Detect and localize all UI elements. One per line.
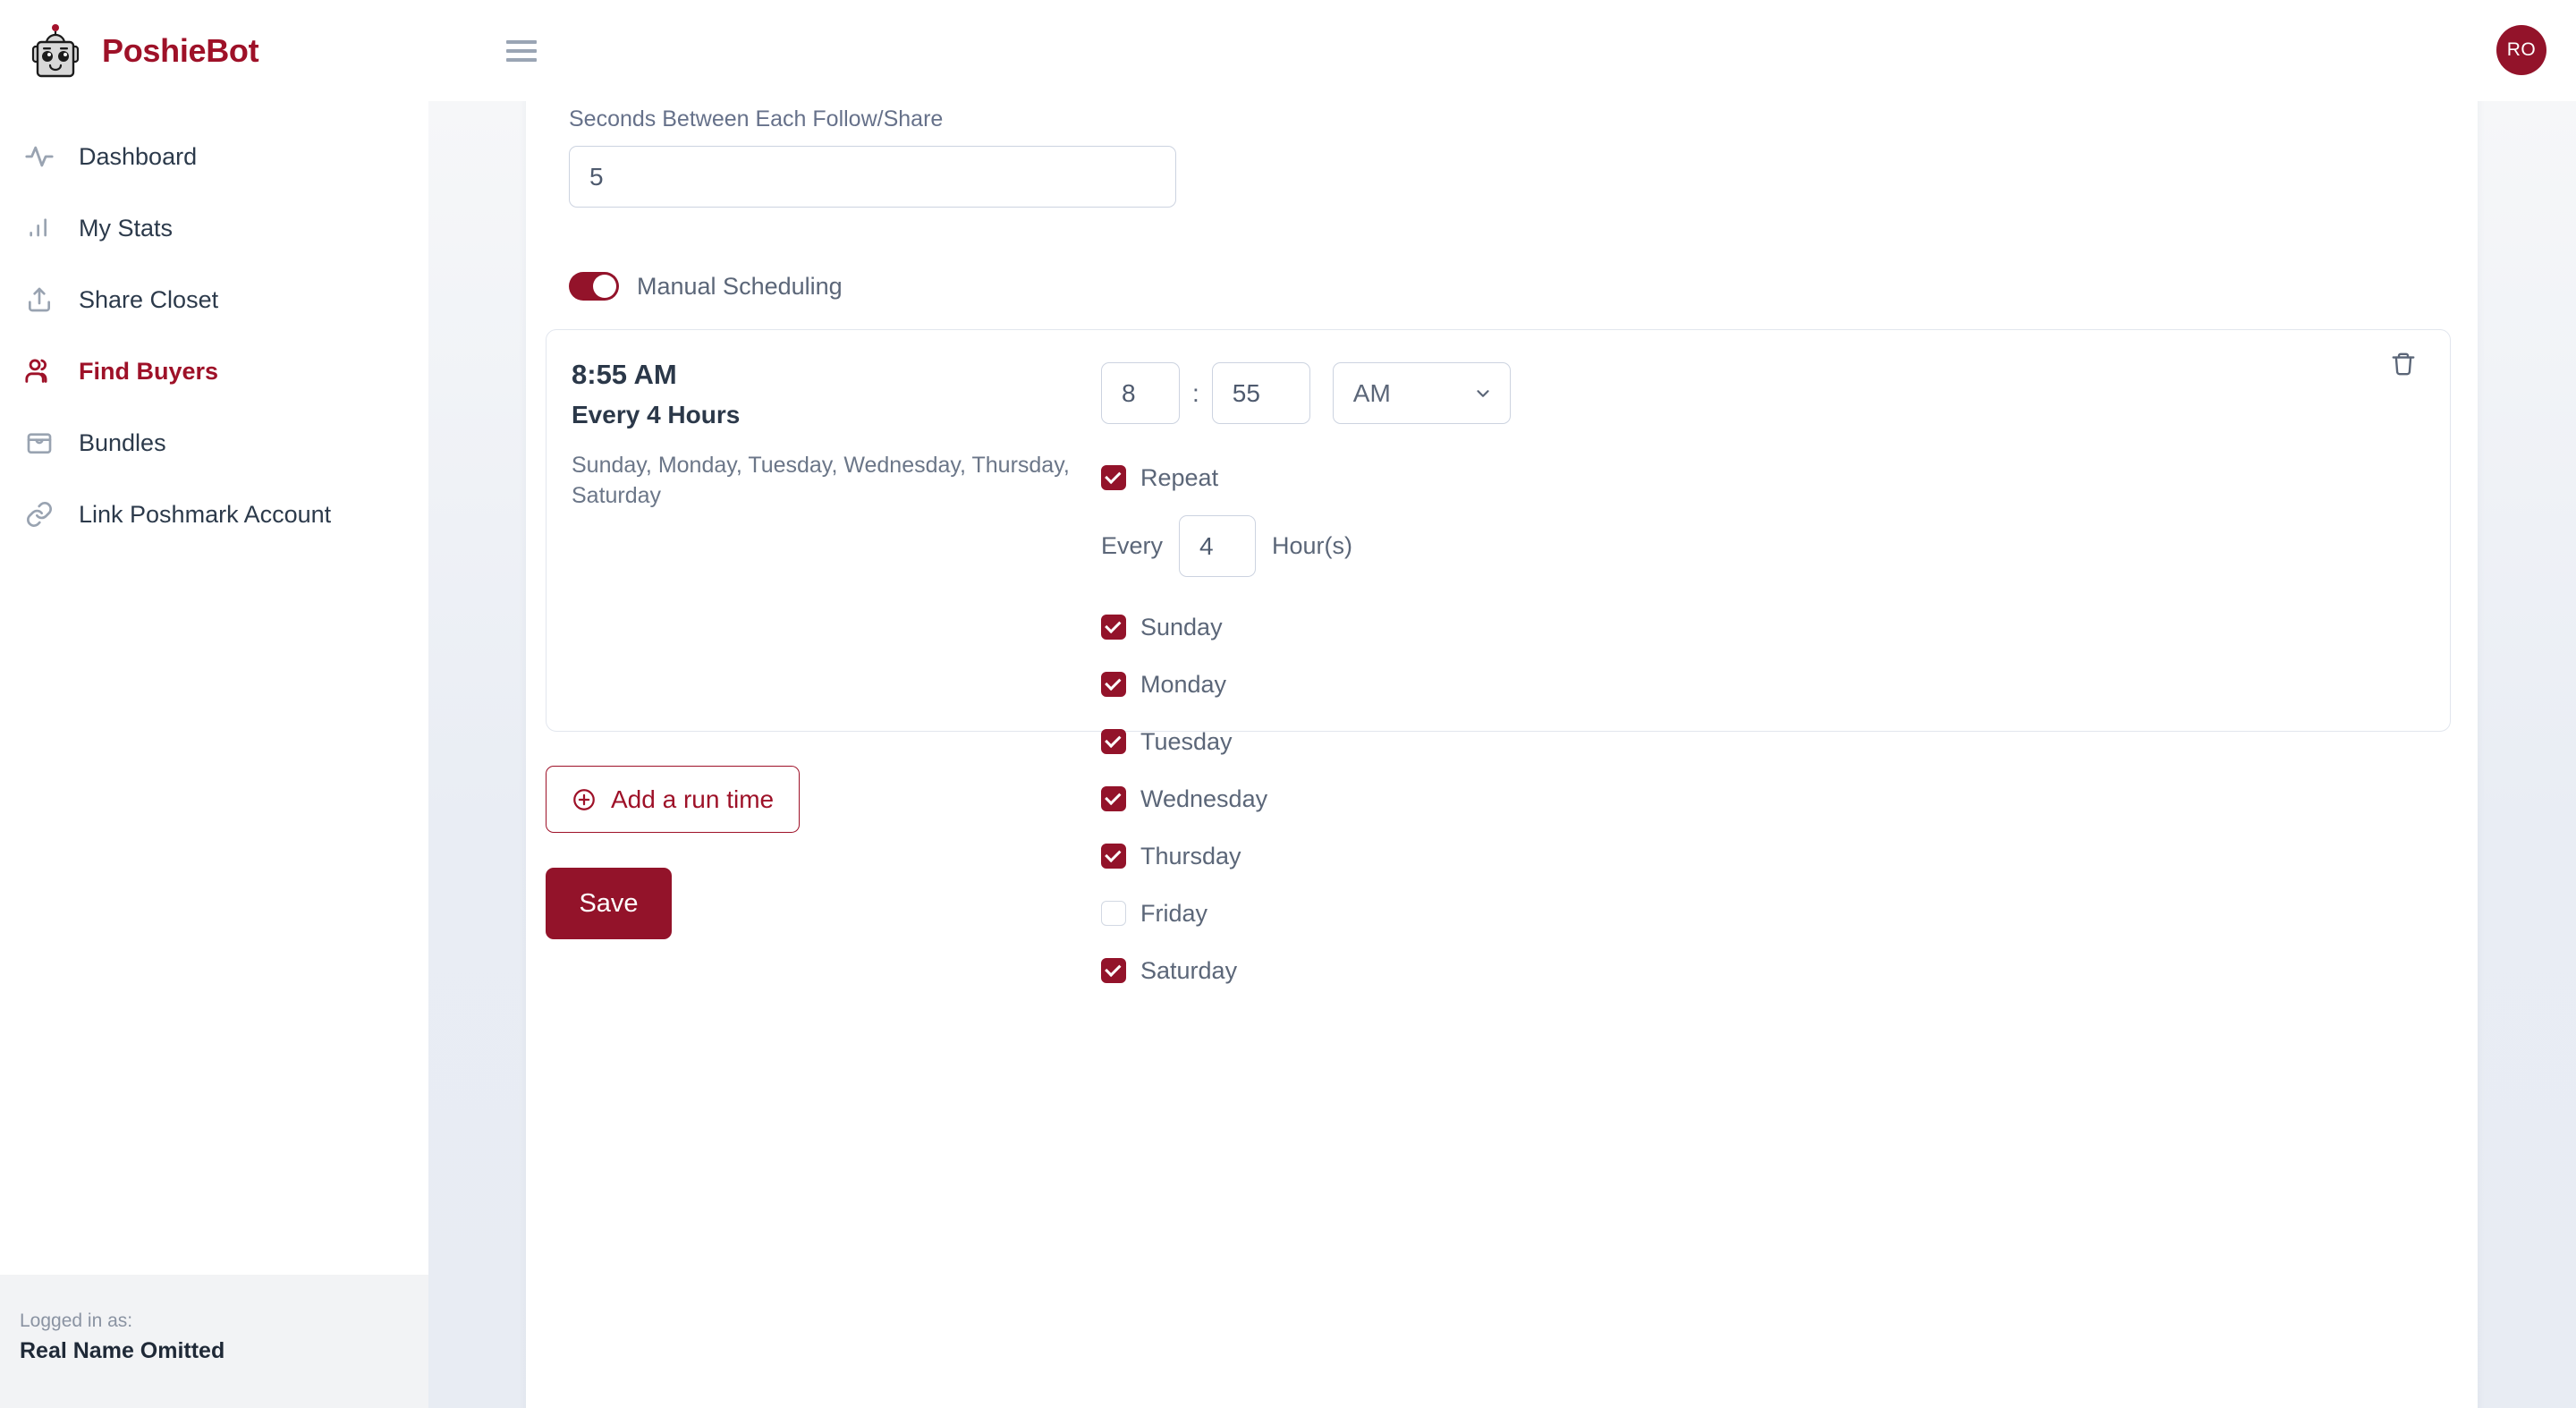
time-separator: : <box>1192 378 1199 407</box>
meridiem-select[interactable]: AM PM <box>1332 362 1511 424</box>
day-row-tuesday[interactable]: Tuesday <box>1101 722 2450 761</box>
seconds-field-label: Seconds Between Each Follow/Share <box>569 106 944 131</box>
top-header-bar: PoshieBot RO <box>0 0 2576 101</box>
schedule-frequency-summary: Every 4 Hours <box>572 401 741 428</box>
robot-icon <box>29 23 82 79</box>
day-row-thursday[interactable]: Thursday <box>1101 836 2450 876</box>
day-label: Sunday <box>1140 613 1223 640</box>
seconds-between-input[interactable] <box>569 146 1176 208</box>
schedule-time-summary: 8:55 AM <box>572 359 677 390</box>
plus-circle-icon <box>572 787 597 812</box>
sidebar-item-find-buyers[interactable]: Find Buyers <box>0 335 428 407</box>
every-label: Every <box>1101 532 1164 559</box>
avatar[interactable]: RO <box>2496 25 2546 75</box>
sidebar-item-label: Share Closet <box>79 285 219 313</box>
sidebar-item-share-closet[interactable]: Share Closet <box>0 264 428 335</box>
schedule-controls: : AM PM <box>1101 359 2450 984</box>
brand-logo-group[interactable]: PoshieBot <box>29 23 259 79</box>
delete-schedule-button[interactable] <box>2384 344 2423 384</box>
save-button[interactable]: Save <box>546 868 672 939</box>
logged-in-label: Logged in as: <box>20 1310 133 1331</box>
minute-input[interactable] <box>1211 362 1310 424</box>
schedule-days-summary: Sunday, Monday, Tuesday, Wednesday, Thur… <box>572 453 1070 508</box>
page-canvas: Seconds Between Each Follow/Share Manual… <box>428 101 2576 1408</box>
add-run-time-button[interactable]: Add a run time <box>546 766 801 833</box>
day-label: Saturday <box>1140 956 1238 984</box>
sidebar-item-bundles[interactable]: Bundles <box>0 407 428 479</box>
day-checkbox-thursday[interactable] <box>1101 844 1126 869</box>
users-icon <box>23 355 55 387</box>
bar-chart-icon <box>23 212 55 244</box>
repeat-label: Repeat <box>1140 463 1219 491</box>
trash-icon <box>2390 351 2417 377</box>
share-upload-icon <box>23 284 55 316</box>
link-chain-icon <box>23 498 55 530</box>
box-icon <box>23 427 55 459</box>
toggle-knob <box>593 275 616 298</box>
sidebar-item-label: Bundles <box>79 428 166 456</box>
day-label: Thursday <box>1140 842 1241 869</box>
sidebar-item-label: Find Buyers <box>79 357 219 385</box>
schedule-summary: 8:55 AM Every 4 Hours Sunday, Monday, Tu… <box>547 359 1101 731</box>
repeat-interval-row: Every Hour(s) <box>1101 515 2450 577</box>
sidebar-item-link-poshmark-account[interactable]: Link Poshmark Account <box>0 479 428 550</box>
sidebar-footer: Logged in as: Real Name Omitted <box>0 1275 428 1408</box>
manual-scheduling-toggle[interactable] <box>569 272 619 301</box>
hour-input[interactable] <box>1101 362 1180 424</box>
add-run-time-label: Add a run time <box>611 785 775 813</box>
brand-name: PoshieBot <box>102 31 259 69</box>
day-row-wednesday[interactable]: Wednesday <box>1101 779 2450 819</box>
activity-pulse-icon <box>23 140 55 173</box>
day-checkbox-saturday[interactable] <box>1101 958 1126 983</box>
day-checkbox-friday[interactable] <box>1101 901 1126 926</box>
logged-in-user-name: Real Name Omitted <box>20 1338 225 1363</box>
sidebar: Dashboard My Stats Share Closet Find Buy… <box>0 101 428 1408</box>
day-label: Tuesday <box>1140 727 1233 755</box>
repeat-interval-input[interactable] <box>1179 515 1257 577</box>
day-label: Wednesday <box>1140 785 1268 812</box>
content-panel: Seconds Between Each Follow/Share Manual… <box>526 101 2478 1408</box>
schedule-card: 8:55 AM Every 4 Hours Sunday, Monday, Tu… <box>546 329 2451 984</box>
day-row-sunday[interactable]: Sunday <box>1101 607 2450 647</box>
day-checkbox-tuesday[interactable] <box>1101 729 1126 754</box>
manual-scheduling-label: Manual Scheduling <box>637 272 843 300</box>
day-checkbox-wednesday[interactable] <box>1101 786 1126 811</box>
meridiem-select-wrapper: AM PM <box>1332 362 1511 424</box>
sidebar-item-label: My Stats <box>79 214 174 242</box>
sidebar-item-my-stats[interactable]: My Stats <box>0 192 428 264</box>
repeat-checkbox[interactable] <box>1101 465 1126 490</box>
day-checkbox-sunday[interactable] <box>1101 615 1126 640</box>
day-row-monday[interactable]: Monday <box>1101 665 2450 704</box>
repeat-checkbox-row[interactable]: Repeat <box>1101 458 2450 497</box>
day-row-friday[interactable]: Friday <box>1101 894 2450 933</box>
day-label: Friday <box>1140 899 1208 927</box>
manual-scheduling-row: Manual Scheduling <box>569 272 2478 301</box>
hamburger-menu-icon[interactable] <box>506 38 542 64</box>
day-checkbox-list: Sunday Monday Tuesday Wednesday Thursday… <box>1101 607 2450 990</box>
time-input-row: : AM PM <box>1101 362 2450 424</box>
sidebar-nav-list: Dashboard My Stats Share Closet Find Buy… <box>0 101 428 550</box>
day-row-saturday[interactable]: Saturday <box>1101 951 2450 990</box>
day-checkbox-monday[interactable] <box>1101 672 1126 697</box>
day-label: Monday <box>1140 670 1227 698</box>
sidebar-item-label: Dashboard <box>79 142 198 170</box>
repeat-unit-label: Hour(s) <box>1272 532 1353 559</box>
sidebar-item-label: Link Poshmark Account <box>79 500 332 528</box>
sidebar-item-dashboard[interactable]: Dashboard <box>0 121 428 192</box>
